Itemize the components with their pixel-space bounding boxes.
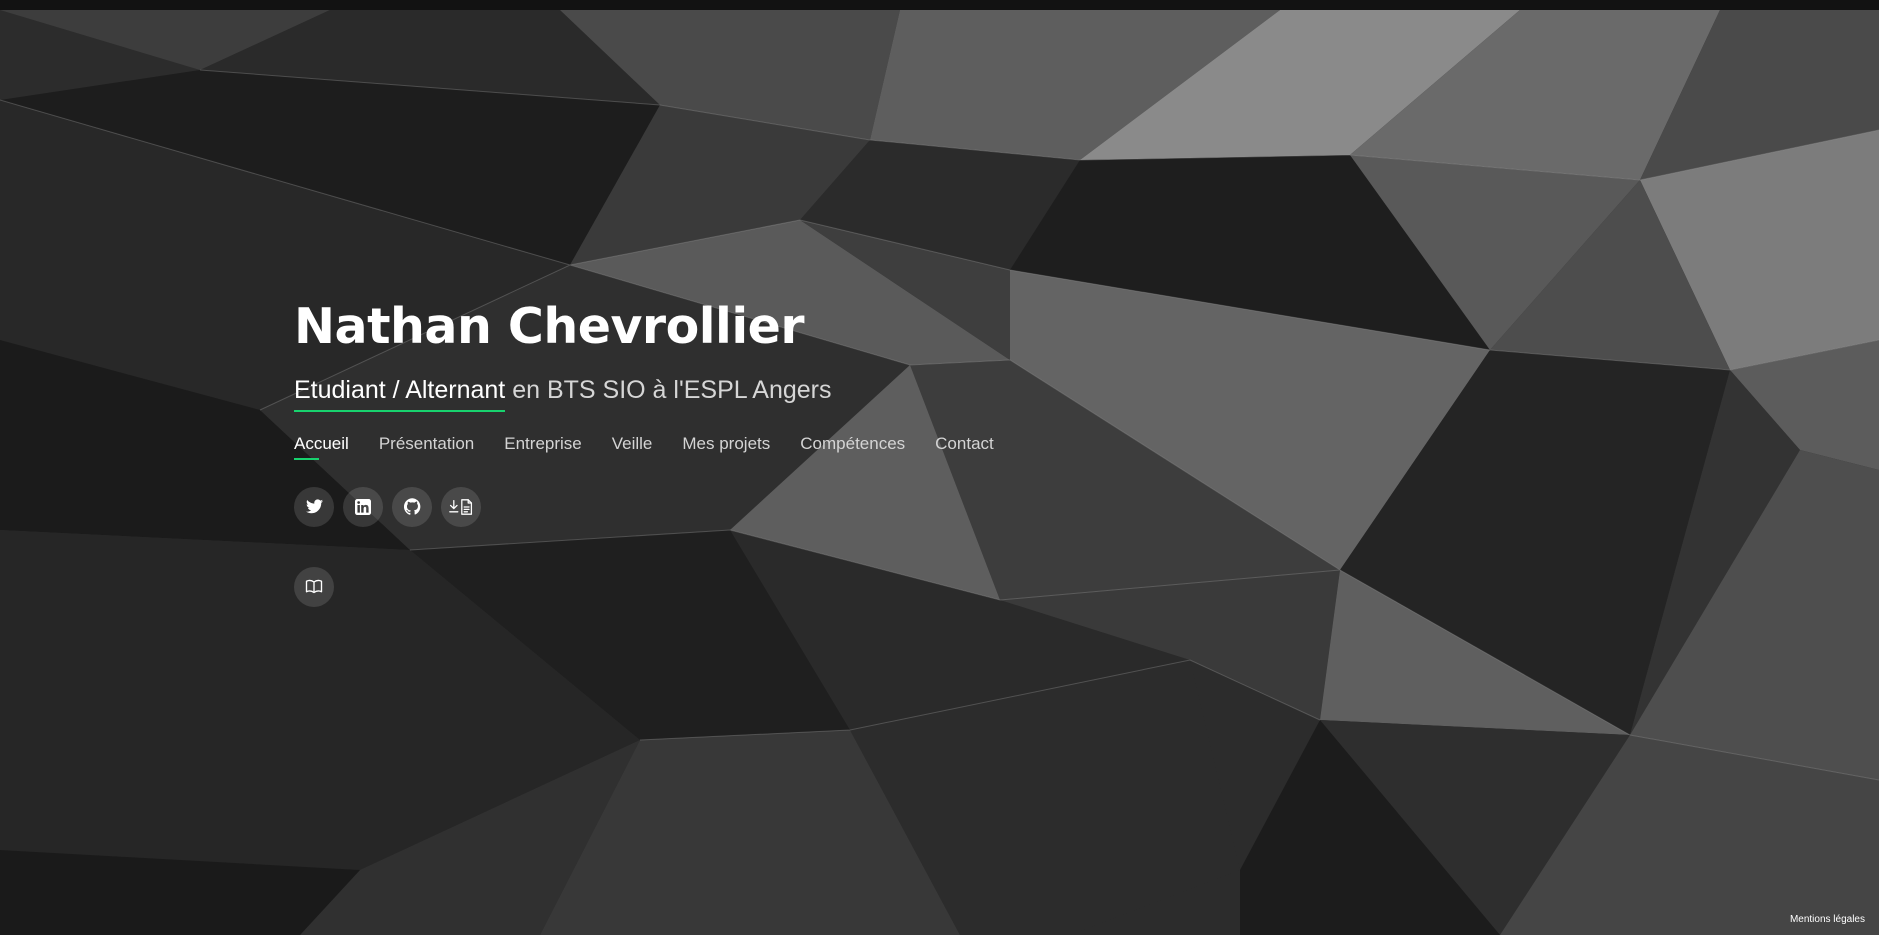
linkedin-icon — [355, 498, 371, 515]
github-icon — [403, 498, 421, 516]
book-icon — [305, 579, 323, 594]
github-button[interactable] — [392, 486, 432, 527]
nav-item-mes-projets[interactable]: Mes projets — [682, 434, 770, 460]
subtitle-rest: en BTS SIO à l'ESPL Angers — [505, 375, 832, 404]
hero-section: Nathan Chevrollier Etudiant / Alternant … — [294, 300, 994, 607]
linkedin-button[interactable] — [343, 486, 383, 527]
top-strip — [0, 0, 1879, 10]
nav-item-presentation[interactable]: Présentation — [379, 434, 474, 460]
typed-text: Etudiant / Alternant — [294, 376, 506, 412]
page: Nathan Chevrollier Etudiant / Alternant … — [0, 0, 1879, 935]
main-nav: Accueil Présentation Entreprise Veille M… — [294, 434, 994, 460]
nav-item-contact[interactable]: Contact — [935, 434, 994, 460]
nav-item-accueil[interactable]: Accueil — [294, 434, 349, 460]
twitter-button[interactable] — [294, 486, 334, 527]
download-cv-button[interactable] — [441, 486, 481, 527]
nav-item-veille[interactable]: Veille — [612, 434, 653, 460]
legal-link[interactable]: Mentions légales — [1790, 914, 1865, 925]
book-row — [294, 566, 994, 607]
social-links — [294, 486, 994, 527]
nav-item-competences[interactable]: Compétences — [800, 434, 905, 460]
hero-subtitle: Etudiant / Alternant en BTS SIO à l'ESPL… — [294, 376, 994, 412]
nav-item-entreprise[interactable]: Entreprise — [504, 434, 581, 460]
download-cv-icon — [448, 499, 474, 515]
book-button[interactable] — [294, 566, 334, 607]
hero-name: Nathan Chevrollier — [294, 298, 805, 355]
twitter-icon — [305, 499, 323, 514]
